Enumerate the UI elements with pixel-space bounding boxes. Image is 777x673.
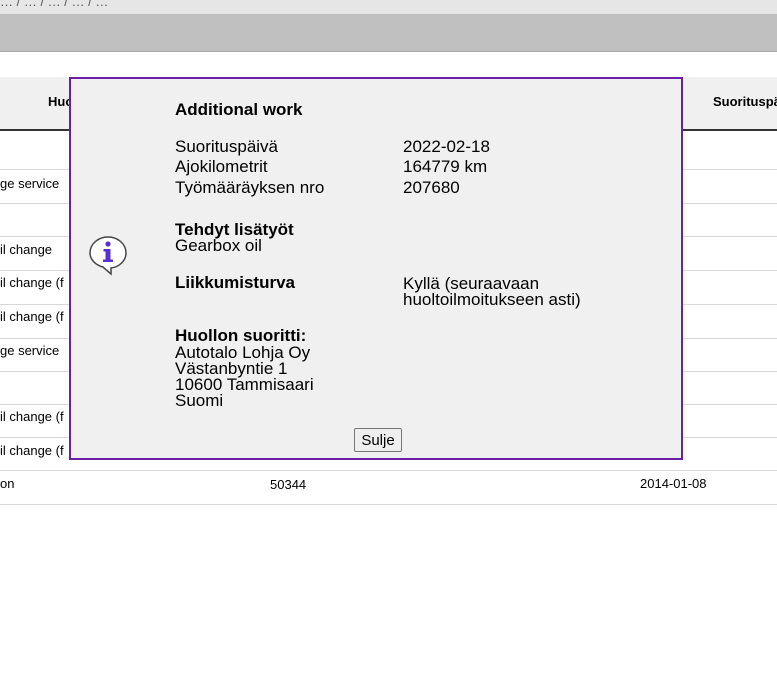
service-company-country: Suomi [175,391,224,410]
toolbar-bar [0,15,777,52]
row-service-cell: on [0,476,15,491]
row-service-cell: il change [0,242,53,257]
top-strip-text: … / … / … / … / … [0,0,109,9]
info-icon [89,236,127,276]
row-date-cell: 2014-01-08 [640,476,707,491]
close-button[interactable]: Sulje [354,428,402,452]
row-service-cell: il change (f [0,309,64,324]
mileage-label: Ajokilometrit [175,157,268,176]
work-order-value: 207680 [403,178,460,197]
extra-work-value: Gearbox oil [175,236,262,255]
mileage-value: 164779 km [403,157,488,176]
row-service-cell: il change (f [0,443,64,458]
row-service-cell: il change (f [0,409,64,424]
column-header-date[interactable]: Suorituspä [713,94,777,109]
row-service-cell: ge service [0,343,60,358]
browser-top-strip: … / … / … / … / … [0,0,777,15]
row-service-cell: il change (f [0,275,64,290]
dialog-title: Additional work [175,100,303,119]
additional-work-dialog: Additional work Suorituspäivä 2022-02-18… [69,77,683,460]
completion-date-value: 2022-02-18 [403,137,490,156]
mobility-label: Liikkumisturva [175,273,295,292]
row-service-cell: ge service [0,176,60,191]
table-row[interactable]: on 50344 2014-01-08 [0,471,777,505]
row-workorder-cell: 50344 [270,477,307,492]
work-order-label: Työmääräyksen nro [175,178,325,197]
mobility-value-line2: huoltoilmoitukseen asti) [403,290,581,309]
completion-date-label: Suorituspäivä [175,137,279,156]
